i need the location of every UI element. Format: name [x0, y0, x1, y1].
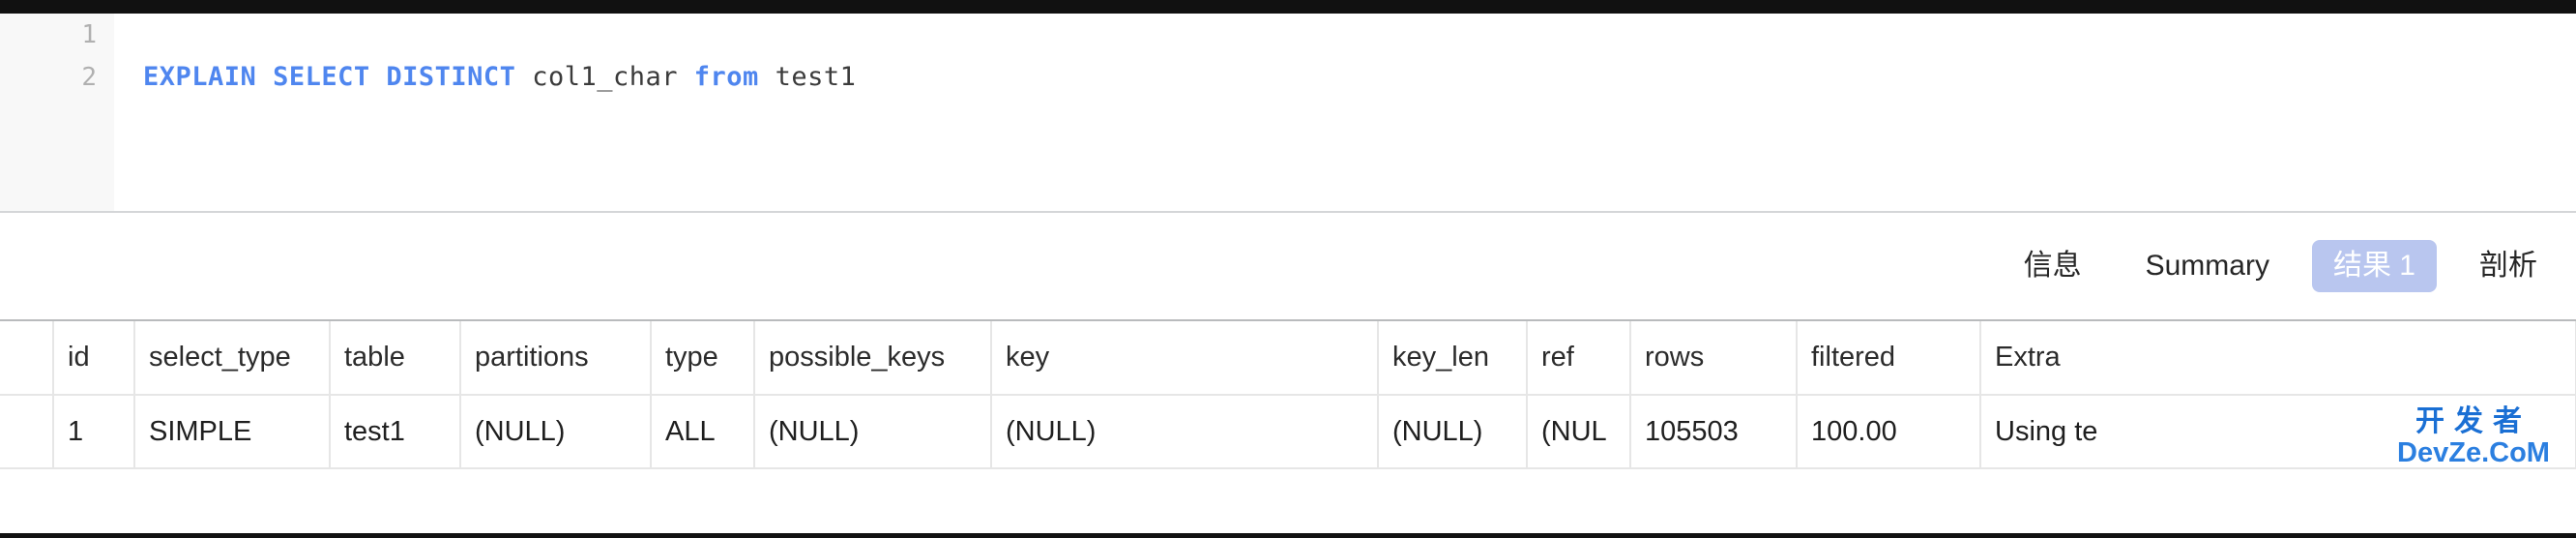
- top-black-bar: [0, 0, 2576, 14]
- column-header-partitions[interactable]: partitions: [460, 321, 652, 396]
- column-header-filtered[interactable]: filtered: [1797, 321, 1981, 396]
- row-number-header: [0, 321, 54, 396]
- cell-key[interactable]: (NULL): [991, 395, 1379, 469]
- sql-identifier-table: test1: [775, 62, 857, 92]
- cell-possible-keys[interactable]: (NULL): [754, 395, 992, 469]
- editor-line-number-gutter: 1 2: [0, 14, 114, 211]
- column-header-table[interactable]: table: [330, 321, 461, 396]
- column-header-key-len[interactable]: key_len: [1378, 321, 1528, 396]
- sql-keyword-distinct: DISTINCT: [386, 62, 516, 92]
- cell-id[interactable]: 1: [53, 395, 135, 469]
- column-header-type[interactable]: type: [651, 321, 755, 396]
- table-header-row: id select_type table partitions type pos…: [0, 321, 2576, 396]
- tab-profile[interactable]: 剖析: [2458, 240, 2559, 292]
- column-header-ref[interactable]: ref: [1527, 321, 1631, 396]
- line-number: 2: [81, 63, 97, 92]
- code-line-2: EXPLAIN SELECT DISTINCT col1_char from t…: [114, 56, 2576, 99]
- editor-code-area[interactable]: EXPLAIN SELECT DISTINCT col1_char from t…: [114, 14, 2576, 211]
- tab-result-1[interactable]: 结果 1: [2311, 240, 2437, 292]
- cell-ref[interactable]: (NUL: [1527, 395, 1631, 469]
- row-number-cell: [0, 395, 54, 469]
- result-grid: id select_type table partitions type pos…: [0, 319, 2576, 469]
- column-header-key[interactable]: key: [991, 321, 1379, 396]
- results-tab-bar: 信息 Summary 结果 1 剖析: [0, 213, 2576, 319]
- column-header-id[interactable]: id: [53, 321, 135, 396]
- tab-summary[interactable]: Summary: [2124, 240, 2291, 292]
- sql-identifier-column: col1_char: [532, 62, 678, 92]
- cell-key-len[interactable]: (NULL): [1378, 395, 1528, 469]
- sql-keyword-from: from: [693, 62, 759, 92]
- sql-keyword-select: SELECT: [273, 62, 370, 92]
- cell-rows[interactable]: 105503: [1630, 395, 1798, 469]
- column-header-rows[interactable]: rows: [1630, 321, 1798, 396]
- explain-result-table: id select_type table partitions type pos…: [0, 321, 2576, 469]
- cell-partitions[interactable]: (NULL): [460, 395, 652, 469]
- sql-keyword-explain: EXPLAIN: [143, 62, 257, 92]
- cell-extra[interactable]: Using te: [1980, 395, 2576, 469]
- cell-type[interactable]: ALL: [651, 395, 755, 469]
- table-row[interactable]: 1 SIMPLE test1 (NULL) ALL (NULL) (NULL) …: [0, 395, 2576, 469]
- column-header-select-type[interactable]: select_type: [134, 321, 331, 396]
- tab-info[interactable]: 信息: [2003, 240, 2103, 292]
- cell-table[interactable]: test1: [330, 395, 461, 469]
- column-header-extra[interactable]: Extra: [1980, 321, 2576, 396]
- line-number: 1: [81, 20, 97, 49]
- cell-filtered[interactable]: 100.00: [1797, 395, 1981, 469]
- bottom-black-bar: [0, 533, 2576, 538]
- sql-editor[interactable]: 1 2 EXPLAIN SELECT DISTINCT col1_char fr…: [0, 14, 2576, 213]
- column-header-possible-keys[interactable]: possible_keys: [754, 321, 992, 396]
- cell-select-type[interactable]: SIMPLE: [134, 395, 331, 469]
